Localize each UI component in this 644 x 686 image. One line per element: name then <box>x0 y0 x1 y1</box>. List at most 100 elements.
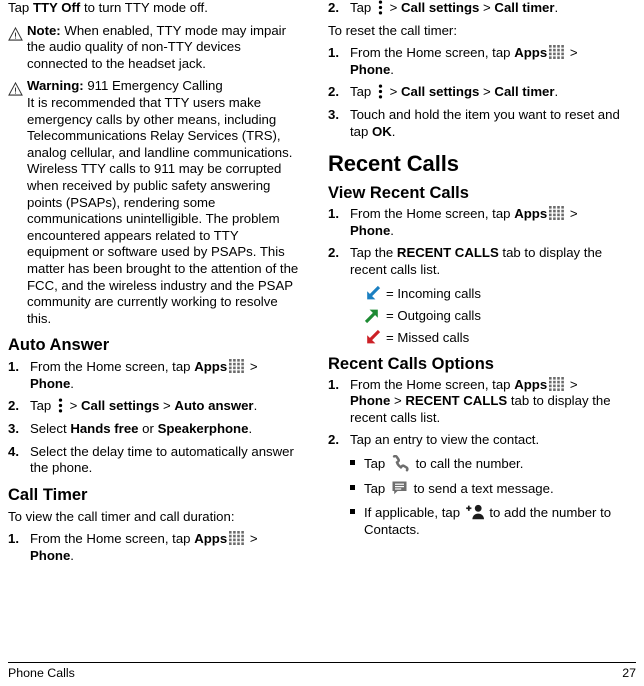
footer-section-title: Phone Calls <box>8 666 75 680</box>
step-text: Tap > Call settings > Call timer. <box>350 0 620 17</box>
step-text: Tap > Call settings > Call timer. <box>350 84 620 101</box>
auto-answer-step-4: 4. Select the delay time to automaticall… <box>8 444 302 477</box>
step-pre: From the Home screen, tap <box>350 45 515 61</box>
apps-grid-icon[interactable] <box>227 531 246 546</box>
step-text: Tap > Call settings > Auto answer. <box>30 398 302 415</box>
step-separator: > <box>65 398 81 414</box>
call-timer-intro: To view the call timer and call duration… <box>8 508 235 524</box>
step-number: 1. <box>328 376 339 392</box>
more-options-icon[interactable] <box>375 0 386 15</box>
apps-label: Apps <box>514 206 548 222</box>
apps-label: Apps <box>194 531 228 547</box>
step-number: 4. <box>8 443 19 459</box>
recent-calls-tab-label: RECENT CALLS <box>396 245 499 261</box>
step-number: 1. <box>328 206 339 222</box>
phone-label: Phone <box>350 222 391 238</box>
step-post: . <box>554 84 559 100</box>
apps-grid-icon[interactable] <box>547 206 566 221</box>
step-separator: > <box>246 531 258 547</box>
step-pre: Select <box>30 421 71 437</box>
step-pre: Tap the <box>350 245 397 261</box>
more-options-icon[interactable] <box>375 84 386 99</box>
warning-triangle-icon <box>8 78 27 98</box>
step-pre: Tap <box>350 0 375 15</box>
step-separator: > <box>246 359 258 375</box>
phone-handset-icon[interactable] <box>389 454 412 472</box>
phone-label: Phone <box>350 393 391 409</box>
warning-title: 911 Emergency Calling <box>83 78 223 94</box>
legend-label: = Missed calls <box>386 329 470 345</box>
step-separator-2: > <box>390 393 406 409</box>
legend-outgoing: = Outgoing calls <box>328 307 620 325</box>
note-label: Note: <box>27 22 61 38</box>
right-column: 2. Tap > Call settings > Call timer. To … <box>314 0 620 648</box>
incoming-call-arrow-icon <box>364 285 381 303</box>
auto-answer-label: Auto answer <box>174 398 254 414</box>
legend-label: = Incoming calls <box>386 285 481 301</box>
bullet-pre: Tap <box>364 480 389 496</box>
legend-label: = Outgoing calls <box>386 307 481 323</box>
apps-grid-icon[interactable] <box>227 359 246 374</box>
step-number: 1. <box>8 359 19 375</box>
step-pre: From the Home screen, tap <box>30 531 195 547</box>
call-timer-heading: Call Timer <box>8 485 88 504</box>
step-number: 2. <box>328 84 339 100</box>
step-post: . <box>390 222 394 238</box>
step-separator: > <box>385 0 401 15</box>
more-options-icon[interactable] <box>55 398 66 414</box>
step-post: . <box>390 61 394 77</box>
reset-step-1: 1. From the Home screen, tap Apps > Phon… <box>328 45 620 78</box>
tty-off-paragraph: Tap TTY Off to turn TTY mode off. <box>8 0 302 17</box>
phone-label: Phone <box>30 375 71 391</box>
auto-answer-heading: Auto Answer <box>8 336 110 355</box>
step-text: From the Home screen, tap Apps > Phone. <box>30 359 302 392</box>
step-post: . <box>70 548 74 564</box>
step-text: From the Home screen, tap Apps > Phone. <box>350 206 620 239</box>
bullet-text: Tap to call the number. <box>364 454 620 473</box>
tty-off-pre: Tap <box>8 0 33 15</box>
apps-label: Apps <box>194 359 228 375</box>
hands-free-label: Hands free <box>70 421 139 437</box>
apps-grid-icon[interactable] <box>547 45 566 60</box>
call-timer-label: Call timer <box>494 84 555 100</box>
legend-incoming: = Incoming calls <box>328 285 620 303</box>
add-contact-icon[interactable] <box>464 504 486 520</box>
tty-off-post: to turn TTY mode off. <box>80 0 208 15</box>
step-post: . <box>554 0 559 15</box>
step-post: . <box>391 123 396 139</box>
bullet-marker <box>350 455 364 472</box>
options-step-2: 2. Tap an entry to view the contact. <box>328 432 620 449</box>
bullet-call-number: Tap to call the number. <box>328 454 620 473</box>
warning-label: Warning: <box>27 78 84 94</box>
options-step-1: 1. From the Home screen, tap Apps > Phon… <box>328 376 620 427</box>
step-number: 3. <box>8 421 19 437</box>
recent-calls-tab-label: RECENT CALLS <box>405 393 508 409</box>
step-separator-2: > <box>159 398 175 414</box>
call-settings-label: Call settings <box>400 0 480 15</box>
step-separator: > <box>566 376 578 392</box>
bullet-post: to call the number. <box>411 455 524 471</box>
phone-label: Phone <box>30 548 71 564</box>
footer-page-number: 27 <box>622 666 636 680</box>
apps-label: Apps <box>514 45 548 61</box>
bullet-pre: Tap <box>364 455 389 471</box>
two-column-body: Tap TTY Off to turn TTY mode off. Note: … <box>8 0 636 648</box>
step-pre: Tap <box>30 398 55 414</box>
reset-step-3: 3. Touch and hold the item you want to r… <box>328 107 620 140</box>
bullet-text: Tap to send a text message. <box>364 480 620 498</box>
step-number: 2. <box>8 398 19 414</box>
message-bubble-icon[interactable] <box>389 481 410 496</box>
bullet-send-message: Tap to send a text message. <box>328 480 620 498</box>
step-text: Touch and hold the item you want to rese… <box>350 107 620 140</box>
view-recent-step-2: 2. Tap the RECENT CALLS tab to display t… <box>328 245 620 278</box>
step-number: 3. <box>328 106 339 122</box>
call-timer-label: Call timer <box>494 0 555 15</box>
bullet-pre: If applicable, tap <box>364 505 464 521</box>
step-pre: Tap <box>350 84 375 100</box>
step-text: Select Hands free or Speakerphone. <box>30 421 302 438</box>
step-separator: > <box>566 206 578 222</box>
missed-call-arrow-icon <box>364 329 381 347</box>
apps-grid-icon[interactable] <box>547 376 566 392</box>
step-pre: From the Home screen, tap <box>350 206 515 222</box>
step-text: From the Home screen, tap Apps > Phone. <box>30 531 302 564</box>
